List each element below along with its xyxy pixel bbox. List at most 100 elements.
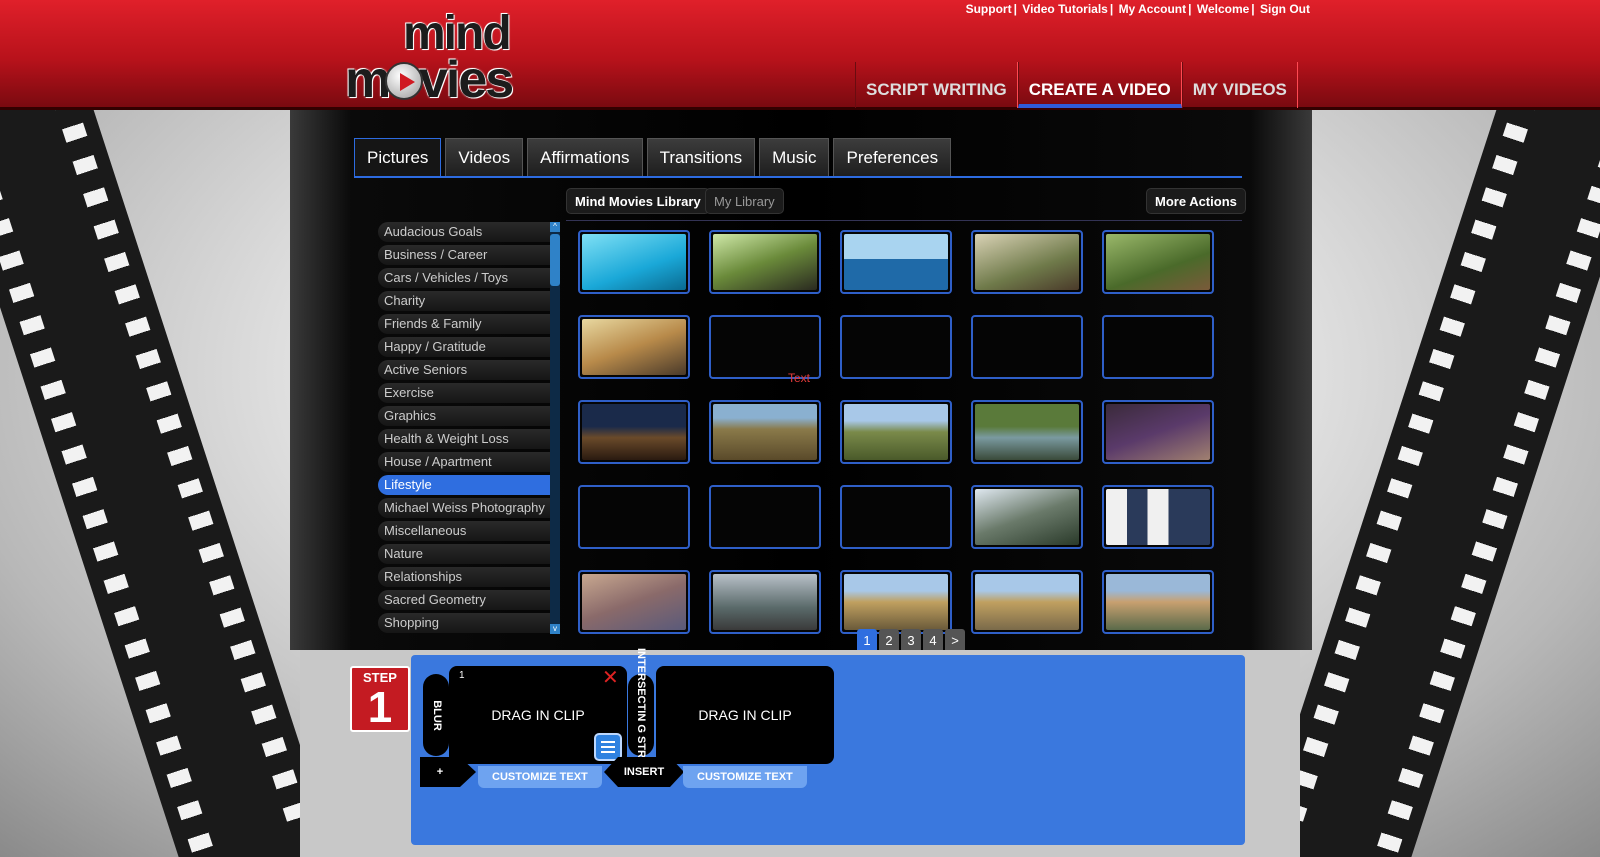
category-item[interactable]: Health & Weight Loss bbox=[378, 429, 550, 449]
clip-slot-2-label: DRAG IN CLIP bbox=[698, 707, 792, 723]
welcome-label: Welcome bbox=[1196, 2, 1250, 16]
transition-intersecting-stripes[interactable]: INTERSECTIN G STRIPES bbox=[628, 647, 654, 783]
my-account-link[interactable]: My Account bbox=[1119, 2, 1187, 16]
thumbnail[interactable] bbox=[1102, 570, 1214, 634]
thumbnail-empty[interactable] bbox=[971, 315, 1083, 379]
thumbnail[interactable] bbox=[578, 315, 690, 379]
thumbnail[interactable] bbox=[709, 400, 821, 464]
top-links: Support | Video Tutorials | My Account | We… bbox=[965, 2, 1310, 16]
transition-blur-label: BLUR bbox=[430, 699, 443, 731]
video-tutorials-link[interactable]: Video Tutorials bbox=[1022, 2, 1108, 16]
thumbnail-image bbox=[582, 319, 686, 375]
insert-button[interactable]: INSERT bbox=[604, 757, 684, 787]
thumbnail[interactable] bbox=[709, 230, 821, 294]
category-item[interactable]: Miscellaneous bbox=[378, 521, 550, 541]
thumbnail-image bbox=[844, 574, 948, 630]
category-item[interactable]: Exercise bbox=[378, 383, 550, 403]
category-item[interactable]: Graphics bbox=[378, 406, 550, 426]
category-scrollbar[interactable]: ^ v bbox=[550, 222, 560, 634]
thumbnail[interactable] bbox=[709, 570, 821, 634]
sign-out-link[interactable]: Sign Out bbox=[1260, 2, 1310, 16]
more-actions-button[interactable]: More Actions bbox=[1146, 188, 1246, 214]
clip-slot-2[interactable]: DRAG IN CLIP bbox=[656, 666, 834, 764]
thumbnail-image bbox=[582, 234, 686, 290]
category-item[interactable]: Audacious Goals bbox=[378, 222, 550, 242]
thumbnail-image bbox=[713, 234, 817, 290]
category-item[interactable]: Nature bbox=[378, 544, 550, 564]
thumbnail-image bbox=[1106, 234, 1210, 290]
thumbnail[interactable] bbox=[840, 230, 952, 294]
category-item[interactable]: Friends & Family bbox=[378, 314, 550, 334]
thumbnail-image bbox=[975, 574, 1079, 630]
tab-transitions[interactable]: Transitions bbox=[646, 138, 756, 176]
thumbnail[interactable] bbox=[971, 230, 1083, 294]
logo-word-movies: movies bbox=[345, 51, 514, 109]
tab-preferences[interactable]: Preferences bbox=[833, 138, 952, 176]
category-item[interactable]: House / Apartment bbox=[378, 452, 550, 472]
scroll-thumb[interactable] bbox=[550, 234, 560, 286]
thumbnail-image bbox=[582, 574, 686, 630]
category-item[interactable]: Relationships bbox=[378, 567, 550, 587]
customize-text-button-2[interactable]: CUSTOMIZE TEXT bbox=[683, 766, 807, 788]
clip-number: 1 bbox=[459, 670, 465, 681]
category-item[interactable]: Charity bbox=[378, 291, 550, 311]
category-item[interactable]: Michael Weiss Photography bbox=[378, 498, 550, 518]
category-item[interactable]: Happy / Gratitude bbox=[378, 337, 550, 357]
thumbnail-empty[interactable] bbox=[578, 485, 690, 549]
mind-movies-logo[interactable]: mind movies bbox=[345, 6, 530, 109]
thumbnail-image bbox=[582, 404, 686, 460]
thumbnail[interactable] bbox=[971, 570, 1083, 634]
thumbnail-empty[interactable] bbox=[840, 315, 952, 379]
customize-text-button-1[interactable]: CUSTOMIZE TEXT bbox=[478, 766, 602, 788]
thumbnail-empty[interactable] bbox=[1102, 315, 1214, 379]
tab-affirmations[interactable]: Affirmations bbox=[527, 138, 643, 176]
tab-music[interactable]: Music bbox=[759, 138, 830, 176]
thumbnail-image bbox=[975, 489, 1079, 545]
thumbnail-image bbox=[1106, 574, 1210, 630]
thumbnail[interactable] bbox=[578, 570, 690, 634]
tab-videos[interactable]: Videos bbox=[445, 138, 524, 176]
film-reel-left bbox=[0, 110, 334, 857]
thumbnail-empty[interactable] bbox=[709, 315, 821, 379]
tab-underline bbox=[354, 176, 1242, 178]
category-list: Audacious Goals Business / Career Cars / V… bbox=[378, 222, 550, 642]
step-badge: STEP 1 bbox=[350, 666, 410, 732]
thumbnail-image bbox=[1106, 489, 1210, 545]
category-item[interactable]: Business / Career bbox=[378, 245, 550, 265]
thumbnail[interactable] bbox=[1102, 400, 1214, 464]
category-item[interactable]: Lifestyle bbox=[378, 475, 550, 495]
nav-my-videos[interactable]: MY VIDEOS bbox=[1181, 62, 1298, 108]
transition-blur[interactable]: BLUR bbox=[423, 674, 449, 756]
close-icon[interactable]: ✕ bbox=[602, 668, 619, 688]
scroll-up-icon[interactable]: ^ bbox=[550, 222, 560, 232]
thumbnail[interactable] bbox=[578, 230, 690, 294]
divider bbox=[566, 220, 1242, 221]
thumbnail[interactable] bbox=[578, 400, 690, 464]
thumbnail-empty[interactable] bbox=[709, 485, 821, 549]
category-item[interactable]: Cars / Vehicles / Toys bbox=[378, 268, 550, 288]
nav-create-a-video[interactable]: CREATE A VIDEO bbox=[1017, 62, 1182, 108]
thumbnail[interactable] bbox=[1102, 485, 1214, 549]
category-item[interactable]: Active Seniors bbox=[378, 360, 550, 380]
thumbnail-image bbox=[1106, 404, 1210, 460]
thumbnail[interactable] bbox=[971, 400, 1083, 464]
thumbnail-image bbox=[975, 404, 1079, 460]
thumbnail[interactable] bbox=[1102, 230, 1214, 294]
thumbnail[interactable] bbox=[840, 400, 952, 464]
my-library-button[interactable]: My Library bbox=[705, 188, 784, 214]
thumbnail-image bbox=[844, 234, 948, 290]
thumbnail-empty[interactable] bbox=[840, 485, 952, 549]
site-header: mind movies Support | Video Tutorials | My… bbox=[0, 0, 1600, 110]
nav-script-writing[interactable]: SCRIPT WRITING bbox=[855, 62, 1018, 108]
mind-movies-library-button[interactable]: Mind Movies Library bbox=[566, 188, 710, 214]
add-clip-button[interactable]: + bbox=[420, 757, 476, 787]
support-link[interactable]: Support bbox=[966, 2, 1012, 16]
step-number: 1 bbox=[367, 683, 393, 732]
category-item[interactable]: Sacred Geometry bbox=[378, 590, 550, 610]
thumbnail[interactable] bbox=[971, 485, 1083, 549]
scroll-down-icon[interactable]: v bbox=[550, 624, 560, 634]
thumbnail-image bbox=[713, 404, 817, 460]
category-item[interactable]: Shopping bbox=[378, 613, 550, 633]
tab-pictures[interactable]: Pictures bbox=[354, 138, 442, 176]
thumbnail[interactable] bbox=[840, 570, 952, 634]
